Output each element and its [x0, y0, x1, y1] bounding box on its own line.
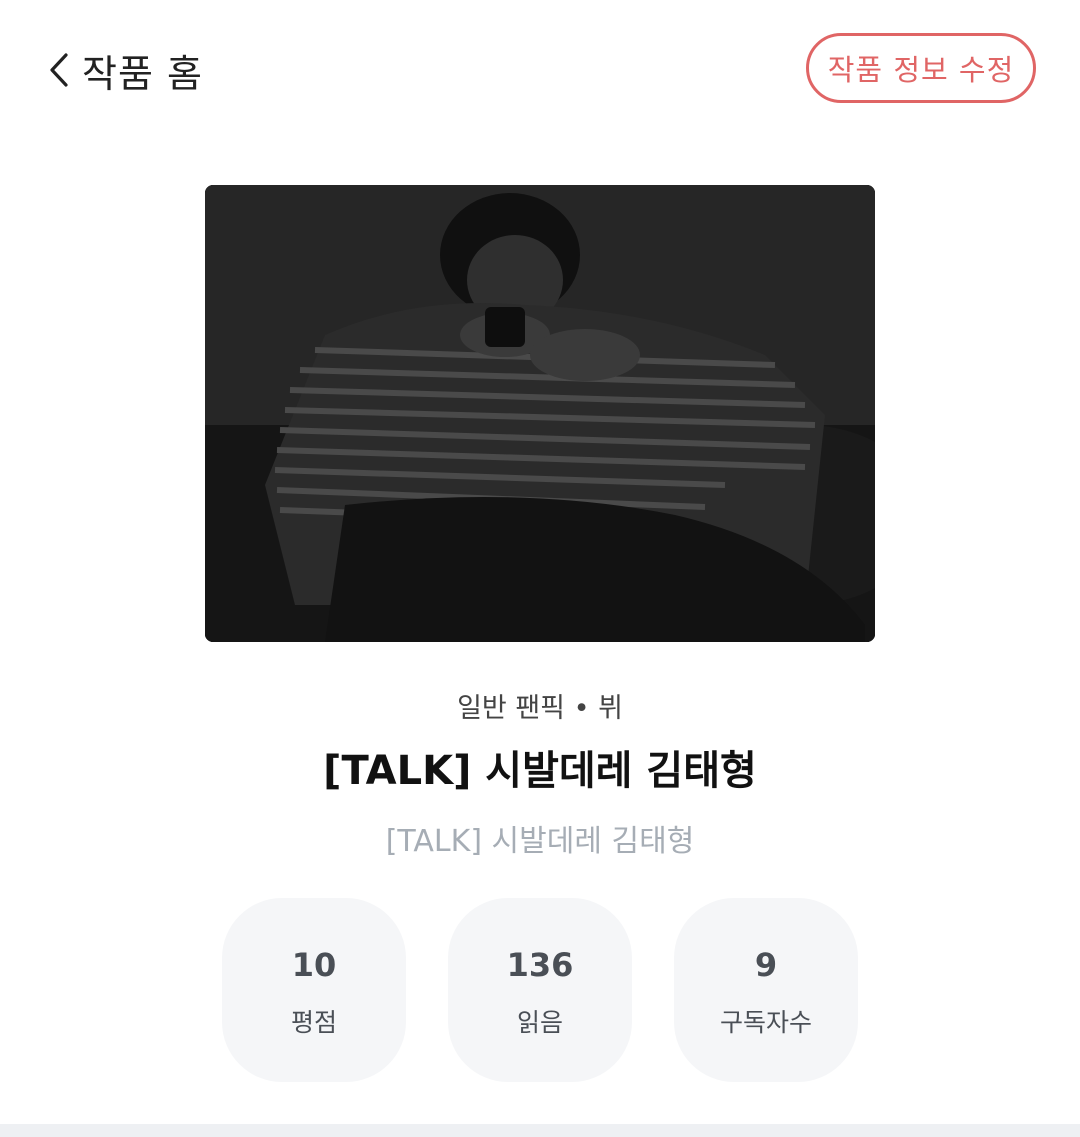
work-category: 일반 팬픽 • 뷔: [457, 693, 623, 724]
back-button[interactable]: 작품 홈: [44, 40, 203, 100]
edit-work-info-button[interactable]: 작품 정보 수정: [806, 33, 1036, 103]
work-title: [TALK] 시발데레 김태형: [323, 748, 757, 794]
page-title: 작품 홈: [82, 51, 203, 96]
stat-label: 구독자수: [719, 1008, 812, 1037]
stat-rating: 10 평점: [222, 898, 406, 1082]
stat-label: 읽음: [516, 1008, 563, 1037]
stats-row: 10 평점 136 읽음 9 구독자수: [0, 898, 1080, 1082]
cover-image: [205, 185, 875, 642]
top-bar: 작품 홈 작품 정보 수정: [0, 0, 1080, 140]
stat-reads: 136 읽음: [448, 898, 632, 1082]
stat-subscribers: 9 구독자수: [674, 898, 858, 1082]
section-divider: [0, 1124, 1080, 1137]
chevron-left-icon: [44, 50, 74, 90]
stat-value: 9: [754, 946, 778, 984]
work-subtitle: [TALK] 시발데레 김태형: [385, 824, 695, 859]
stat-label: 평점: [290, 1008, 337, 1037]
stat-value: 10: [291, 946, 337, 984]
stat-value: 136: [506, 946, 574, 984]
